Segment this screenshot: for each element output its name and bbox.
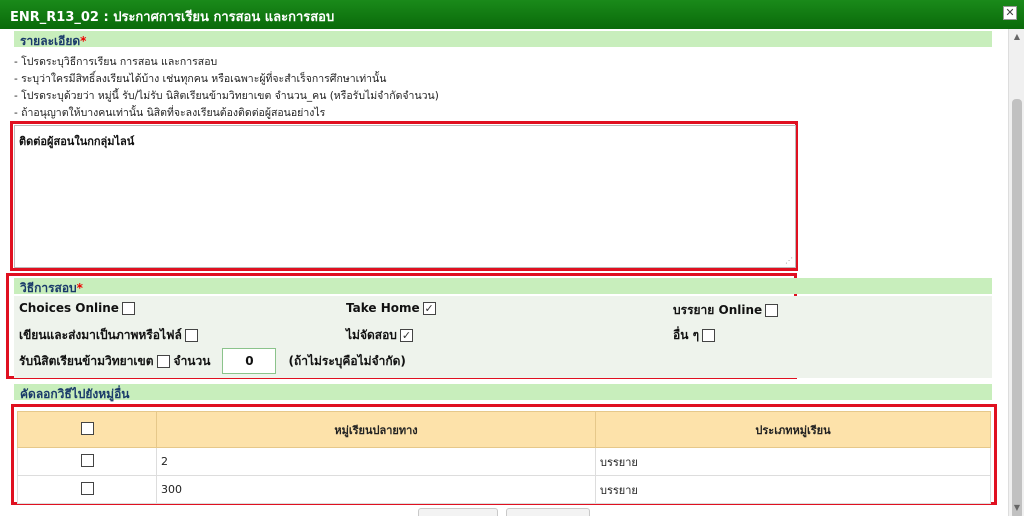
count-label: จำนวน — [173, 353, 211, 368]
instruction-line-4: - ถ้าอนุญาตให้บางคนเท่านั้น นิสิตที่จะลง… — [14, 107, 326, 119]
column-header-section-type: ประเภทหมู่เรียน — [595, 411, 991, 448]
checkbox-lecture-online[interactable] — [765, 304, 779, 317]
exam-option-no-exam[interactable]: ไม่จัดสอบ ✓ — [346, 326, 413, 345]
copy-section-header: คัดลอกวิธีไปยังหมู่อื่น — [14, 384, 992, 401]
section-type-cell: บรรยาย — [595, 447, 991, 476]
count-input[interactable]: 0 — [222, 348, 277, 374]
option-label: อื่น ๆ — [673, 328, 700, 342]
details-header-label: รายละเอียด — [20, 34, 81, 48]
table-header-row: หมู่เรียนปลายทาง ประเภทหมู่เรียน — [17, 411, 991, 448]
close-button[interactable]: ✕ — [1003, 6, 1017, 20]
checkbox-take-home[interactable]: ✓ — [422, 301, 436, 315]
instruction-line-2: - ระบุว่าใครมีสิทธิ์ลงเรียนได้บ้าง เช่นท… — [14, 73, 387, 85]
checkbox-row-1[interactable] — [80, 453, 94, 467]
option-label: บรรยาย Online — [673, 303, 763, 317]
count-note: (ถ้าไม่ระบุคือไม่จำกัด) — [288, 353, 406, 368]
option-label: Take Home — [346, 301, 420, 315]
option-label: ไม่จัดสอบ — [346, 328, 397, 342]
instruction-line-1: - โปรดระบุวิธีการเรียน การสอน และการสอบ — [14, 56, 218, 68]
copy-header-label: คัดลอกวิธีไปยังหมู่อื่น — [20, 387, 130, 401]
checkbox-choices-online[interactable] — [121, 301, 135, 315]
checkbox-no-exam[interactable]: ✓ — [399, 329, 413, 342]
option-label: เขียนและส่งมาเป็นภาพหรือไฟล์ — [19, 328, 182, 342]
details-textarea-wrap: ติดต่อผู้สอนในกกลุ่มไลน์ ⋰ — [14, 125, 796, 268]
checkbox-write-submit[interactable] — [184, 329, 198, 342]
instruction-line-3: - โปรดระบุด้วยว่า หมู่นี้ รับ/ไม่รับ นิส… — [14, 90, 439, 102]
required-mark: * — [76, 281, 83, 295]
details-section-header: รายละเอียด* — [14, 31, 992, 48]
bottom-button-2[interactable] — [506, 508, 590, 516]
exam-option-take-home[interactable]: Take Home ✓ — [346, 301, 436, 315]
target-section-cell: 300 — [156, 475, 596, 504]
select-all-header — [17, 411, 157, 448]
window-title: ENR_R13_02 : ประกาศการเรียน การสอน และกา… — [10, 10, 335, 25]
table-row: 2 บรรยาย — [17, 447, 991, 476]
resize-grip-icon[interactable]: ⋰ — [785, 256, 793, 265]
details-textarea[interactable]: ติดต่อผู้สอนในกกลุ่มไลน์ — [15, 126, 795, 267]
checkbox-cross-campus[interactable] — [156, 354, 170, 368]
close-icon: ✕ — [1005, 6, 1015, 19]
vertical-scrollbar[interactable]: ▲ ▼ — [1008, 29, 1024, 516]
exam-option-other[interactable]: อื่น ๆ — [673, 326, 716, 345]
row-select-cell — [17, 447, 157, 476]
bottom-button-1[interactable] — [418, 508, 498, 516]
checkbox-row-2[interactable] — [80, 481, 94, 495]
target-section-cell: 2 — [156, 447, 596, 476]
exam-option-lecture-online[interactable]: บรรยาย Online — [673, 301, 779, 320]
window-titlebar: ENR_R13_02 : ประกาศการเรียน การสอน และกา… — [0, 0, 1024, 29]
exam-header-label: วิธีการสอบ — [20, 281, 77, 295]
scroll-down-icon[interactable]: ▼ — [1012, 503, 1022, 513]
column-header-target-section: หมู่เรียนปลายทาง — [156, 411, 596, 448]
exam-option-choices-online[interactable]: Choices Online — [19, 301, 135, 315]
checkbox-select-all[interactable] — [80, 421, 94, 435]
copy-sections-table: หมู่เรียนปลายทาง ประเภทหมู่เรียน 2 บรรยา… — [17, 411, 991, 504]
section-type-cell: บรรยาย — [595, 475, 991, 504]
cross-campus-row: รับนิสิตเรียนข้ามวิทยาเขต จำนวน 0 (ถ้าไม… — [19, 348, 406, 374]
row-select-cell — [17, 475, 157, 504]
cross-campus-label: รับนิสิตเรียนข้ามวิทยาเขต — [19, 353, 154, 368]
scroll-thumb[interactable] — [1012, 99, 1022, 516]
table-row: 300 บรรยาย — [17, 475, 991, 504]
exam-option-write-submit[interactable]: เขียนและส่งมาเป็นภาพหรือไฟล์ — [19, 326, 198, 345]
exam-section-header: วิธีการสอบ* — [14, 278, 992, 295]
required-mark: * — [80, 34, 87, 48]
scroll-up-icon[interactable]: ▲ — [1012, 32, 1022, 42]
checkbox-other[interactable] — [702, 329, 716, 342]
option-label: Choices Online — [19, 301, 119, 315]
